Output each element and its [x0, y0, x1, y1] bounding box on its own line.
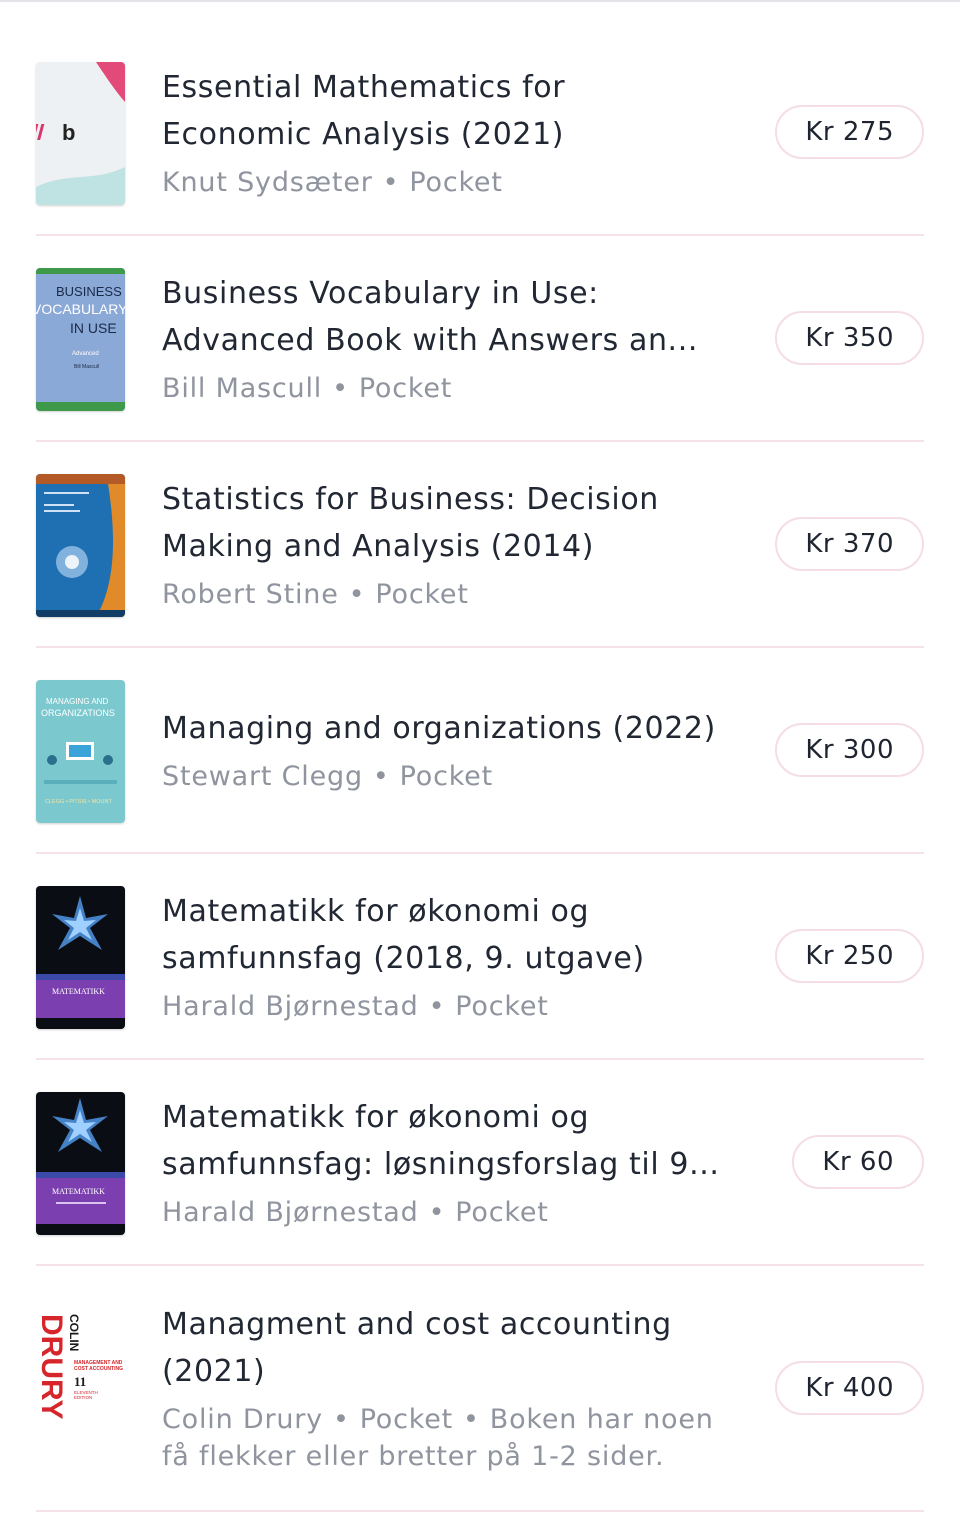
ilb-logo-cover-icon[interactable]: b — [36, 62, 125, 205]
listing-author: Bill Mascull — [162, 372, 323, 404]
cover-text: MANAGING AND — [46, 697, 108, 706]
separator-dot: • — [372, 761, 390, 792]
listing-text: Matematikk for økonomi og samfunnsfag (2… — [162, 854, 742, 1058]
listing-title-line[interactable]: Advanced Book with Answers an... — [162, 317, 742, 364]
separator-dot: • — [348, 578, 366, 610]
listing-author: Robert Stine — [162, 578, 339, 610]
managing-organizations-cover-icon[interactable]: MANAGING AND ORGANIZATIONS CLEGG • PITSI… — [36, 680, 125, 823]
listing-meta: Robert Stine • Pocket — [162, 576, 742, 613]
listing-text: Managment and cost accounting (2021) Col… — [162, 1266, 742, 1510]
separator-dot: • — [463, 1404, 480, 1435]
separator-dot: • — [332, 372, 349, 404]
cover-text: EDITION — [74, 1395, 92, 1400]
listing-author: Harald Bjørnestad — [162, 1196, 419, 1228]
listing-title-line[interactable]: Managment and cost accounting — [162, 1301, 742, 1348]
list-item[interactable]: b Essential Mathematics for Economic Ana… — [36, 30, 924, 236]
listing-title-line[interactable]: samfunnsfag (2018, 9. utgave) — [162, 935, 742, 982]
listing-list: b Essential Mathematics for Economic Ana… — [36, 30, 924, 1512]
matematikk-losningsforslag-cover-icon[interactable]: MATEMATIKK — [36, 1092, 125, 1235]
statistics-cover-icon[interactable] — [36, 474, 125, 617]
listing-title-line[interactable]: (2021) — [162, 1348, 742, 1395]
listing-title-line[interactable]: Economic Analysis (2021) — [162, 111, 742, 158]
price-badge[interactable]: Kr 400 — [775, 1361, 924, 1415]
listing-text: Business Vocabulary in Use: Advanced Boo… — [162, 236, 742, 440]
cover-text: IN USE — [70, 320, 117, 336]
listing-meta: Colin Drury • Pocket • Boken har noen få fle… — [162, 1401, 742, 1475]
cover-text: VOCABULARY — [36, 301, 125, 317]
listing-format: Pocket — [455, 990, 549, 1022]
listing-title-line[interactable]: Essential Mathematics for — [162, 64, 742, 111]
listing-meta: Harald Bjørnestad • Pocket — [162, 988, 742, 1025]
listing-text: Essential Mathematics for Economic Analy… — [162, 30, 742, 234]
price-badge[interactable]: Kr 300 — [775, 723, 924, 777]
listing-note: få flekker eller bretter på 1-2 sider. — [162, 1441, 665, 1472]
separator-dot: • — [428, 1196, 446, 1228]
listing-author: Stewart Clegg — [162, 761, 363, 792]
cover-text: MATEMATIKK — [52, 987, 105, 996]
listing-format: Pocket — [359, 1404, 454, 1435]
cover-text: DRURY — [36, 1314, 68, 1420]
list-item[interactable]: COLIN DRURY MANAGEMENT AND COST ACCOUNTI… — [36, 1266, 924, 1512]
listing-title-line[interactable]: Making and Analysis (2014) — [162, 523, 742, 570]
cover-text: CLEGG • PITSIS • MOUNT — [45, 799, 112, 805]
listing-text: Statistics for Business: Decision Making… — [162, 442, 742, 646]
listing-format: Pocket — [375, 578, 469, 610]
listing-meta: Harald Bjørnestad • Pocket — [162, 1194, 742, 1231]
price-badge[interactable]: Kr 370 — [775, 517, 924, 571]
listing-author: Harald Bjørnestad — [162, 990, 419, 1022]
listing-meta: Bill Mascull • Pocket — [162, 370, 742, 407]
cover-text: ORGANIZATIONS — [41, 708, 115, 718]
listing-title-line[interactable]: Managing and organizations (2022) — [162, 705, 742, 752]
separator-dot: • — [428, 990, 446, 1022]
business-vocabulary-cover-icon[interactable]: BUSINESS VOCABULARY IN USE Advanced Bill… — [36, 268, 125, 411]
cover-text: Bill Mascull — [74, 364, 99, 370]
listing-title-line[interactable]: samfunnsfag: løsningsforslag til 9... — [162, 1141, 742, 1188]
price-badge[interactable]: Kr 275 — [775, 105, 924, 159]
listing-text: Managing and organizations (2022) Stewar… — [162, 648, 742, 852]
listing-title-line[interactable]: Matematikk for økonomi og — [162, 1094, 742, 1141]
top-divider — [0, 0, 960, 2]
listing-text: Matematikk for økonomi og samfunnsfag: l… — [162, 1060, 742, 1264]
listing-format: Pocket — [399, 761, 493, 792]
list-item[interactable]: BUSINESS VOCABULARY IN USE Advanced Bill… — [36, 236, 924, 442]
matematikk-cover-icon[interactable]: MATEMATIKK — [36, 886, 125, 1029]
cover-text: 11 — [74, 1374, 86, 1389]
listing-format: Pocket — [409, 166, 503, 198]
listing-author: Knut Sydsæter — [162, 166, 373, 198]
list-item[interactable]: MATEMATIKK Matematikk for økonomi og sam… — [36, 854, 924, 1060]
separator-dot: • — [382, 166, 400, 198]
list-item[interactable]: Statistics for Business: Decision Making… — [36, 442, 924, 648]
listing-meta: Knut Sydsæter • Pocket — [162, 164, 742, 201]
listing-format: Pocket — [358, 372, 453, 404]
listing-title-line[interactable]: Business Vocabulary in Use: — [162, 270, 742, 317]
listing-meta: Stewart Clegg • Pocket — [162, 758, 742, 795]
cover-text: BUSINESS — [56, 284, 122, 299]
price-badge[interactable]: Kr 60 — [792, 1135, 924, 1189]
listing-note: Boken har noen — [489, 1404, 714, 1435]
cover-logo-text: b — [62, 120, 75, 145]
list-item[interactable]: MANAGING AND ORGANIZATIONS CLEGG • PITSI… — [36, 648, 924, 854]
cover-text: Advanced — [72, 351, 99, 357]
cover-text: COST ACCOUNTING — [74, 1366, 123, 1372]
listing-author: Colin Drury — [162, 1404, 323, 1435]
separator-dot: • — [332, 1404, 350, 1435]
listing-title-line[interactable]: Matematikk for økonomi og — [162, 888, 742, 935]
price-badge[interactable]: Kr 250 — [775, 929, 924, 983]
list-item[interactable]: MATEMATIKK Matematikk for økonomi og sam… — [36, 1060, 924, 1266]
cover-text: COLIN — [67, 1314, 81, 1351]
cover-text: MATEMATIKK — [52, 1187, 105, 1196]
price-badge[interactable]: Kr 350 — [775, 311, 924, 365]
drury-cover-icon[interactable]: COLIN DRURY MANAGEMENT AND COST ACCOUNTI… — [36, 1306, 125, 1449]
listing-format: Pocket — [455, 1196, 549, 1228]
listing-title-line[interactable]: Statistics for Business: Decision — [162, 476, 742, 523]
